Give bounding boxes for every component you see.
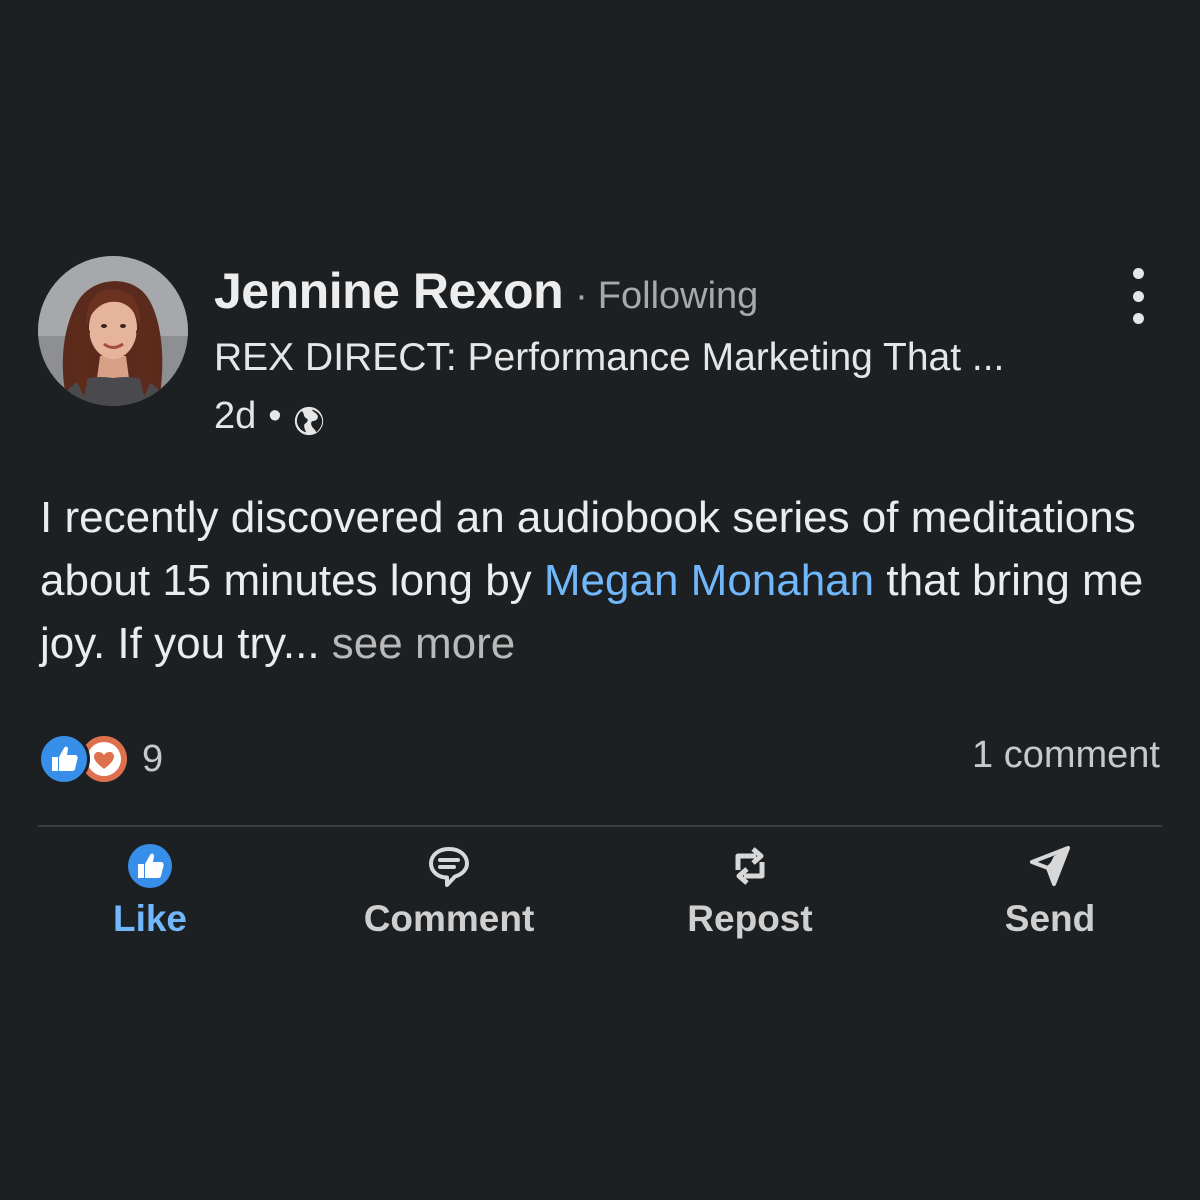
- paper-plane-icon: [1030, 846, 1070, 886]
- more-options-icon[interactable]: [1118, 268, 1158, 324]
- following-label: Following: [597, 275, 759, 317]
- thumbs-up-icon: [128, 844, 172, 888]
- post-age: 2d: [214, 395, 257, 437]
- like-icon: [38, 733, 90, 785]
- see-more-link[interactable]: see more: [320, 619, 515, 668]
- avatar[interactable]: [38, 256, 188, 406]
- author-line: Jennine Rexon · Following: [214, 262, 758, 320]
- like-label: Like: [112, 898, 188, 939]
- separator-dot: ·: [575, 275, 588, 317]
- globe-icon: [294, 406, 323, 435]
- author-name[interactable]: Jennine Rexon: [214, 262, 564, 320]
- meta-separator: •: [268, 395, 282, 437]
- send-label: Send: [1004, 898, 1096, 939]
- mention-link[interactable]: Megan Monahan: [544, 556, 874, 605]
- reaction-count: 9: [142, 737, 164, 780]
- repost-icon: [735, 847, 765, 885]
- reactions-summary[interactable]: 9: [38, 733, 163, 785]
- like-button[interactable]: Like: [40, 842, 260, 952]
- avatar-image: [38, 256, 188, 406]
- comment-label: Comment: [363, 898, 535, 939]
- post-meta: 2d •: [214, 395, 326, 438]
- repost-button[interactable]: Repost: [640, 842, 860, 952]
- send-button[interactable]: Send: [940, 842, 1160, 952]
- divider: [38, 825, 1162, 827]
- post-text: I recently discovered an audiobook serie…: [40, 486, 1170, 675]
- comment-button[interactable]: Comment: [339, 842, 559, 952]
- post-card: Jennine Rexon · Following REX DIRECT: Pe…: [0, 0, 1200, 1200]
- author-headline: REX DIRECT: Performance Marketing That .…: [214, 336, 1005, 379]
- comment-count[interactable]: 1 comment: [972, 734, 1160, 777]
- speech-bubble-icon: [429, 847, 469, 887]
- repost-label: Repost: [687, 898, 813, 939]
